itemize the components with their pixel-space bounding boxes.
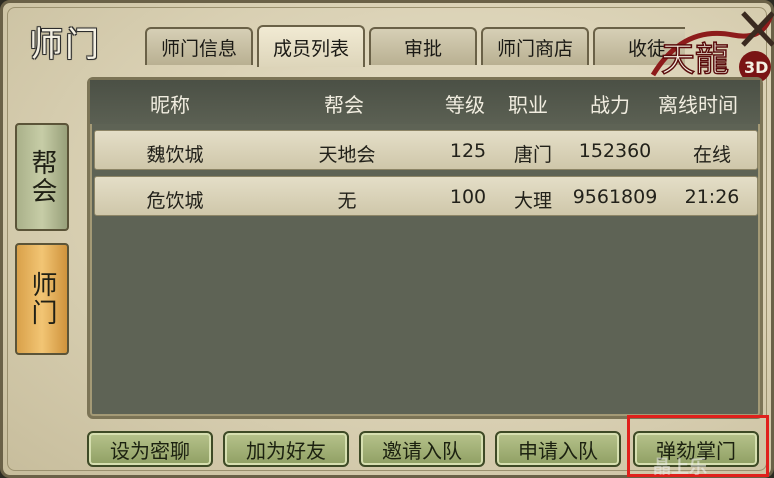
cell-level: 125 bbox=[449, 140, 487, 162]
cell-power: 152360 bbox=[578, 140, 652, 162]
table-row[interactable]: 危饮城 无 100 大理 9561809 21:26 bbox=[94, 176, 758, 216]
request-join-team-button[interactable]: 申请入队 bbox=[495, 431, 621, 467]
tab-bar: 师门信息 成员列表 审批 师门商店 收徒 bbox=[145, 25, 685, 67]
cell-level: 100 bbox=[449, 186, 487, 208]
logo-badge: 3D bbox=[744, 58, 768, 77]
window-title: 师门 bbox=[29, 25, 101, 65]
cell-class: 唐门 bbox=[513, 144, 553, 166]
side-tab-school[interactable]: 师门 bbox=[15, 243, 69, 355]
tab-school-shop[interactable]: 师门商店 bbox=[481, 27, 589, 65]
cell-power: 9561809 bbox=[572, 186, 658, 208]
header-class: 职业 bbox=[508, 93, 548, 117]
cell-offline-time: 21:26 bbox=[684, 186, 740, 208]
invite-to-team-button[interactable]: 邀请入队 bbox=[359, 431, 485, 467]
logo-text: 天龍 bbox=[661, 40, 729, 80]
member-list-panel: 昵称 帮会 等级 职业 战力 离线时间 魏饮城 天地会 125 唐门 15236… bbox=[87, 77, 763, 419]
set-private-chat-button[interactable]: 设为密聊 bbox=[87, 431, 213, 467]
add-friend-button[interactable]: 加为好友 bbox=[223, 431, 349, 467]
tab-approval[interactable]: 审批 bbox=[369, 27, 477, 65]
game-window: 师门 师门信息 成员列表 审批 师门商店 收徒 天龍 3D 帮会 师门 昵称 帮… bbox=[0, 0, 774, 478]
tab-member-list[interactable]: 成员列表 bbox=[257, 25, 365, 67]
cell-nickname: 危饮城 bbox=[146, 190, 204, 212]
header-nickname: 昵称 bbox=[150, 93, 190, 117]
cell-nickname: 魏饮城 bbox=[146, 144, 204, 166]
cell-guild: 无 bbox=[337, 190, 357, 212]
cell-offline-time: 在线 bbox=[692, 144, 732, 166]
cell-guild: 天地会 bbox=[318, 144, 376, 166]
cell-class: 大理 bbox=[513, 190, 553, 212]
table-header: 昵称 帮会 等级 职业 战力 离线时间 bbox=[90, 80, 760, 124]
watermark: 晶上乐 bbox=[653, 457, 707, 478]
table-row[interactable]: 魏饮城 天地会 125 唐门 152360 在线 bbox=[94, 130, 758, 170]
tab-school-info[interactable]: 师门信息 bbox=[145, 27, 253, 65]
side-tab-guild[interactable]: 帮会 bbox=[15, 123, 69, 231]
header-guild: 帮会 bbox=[324, 93, 364, 117]
header-power: 战力 bbox=[590, 93, 630, 117]
header-level: 等级 bbox=[445, 93, 485, 117]
header-offline-time: 离线时间 bbox=[658, 93, 738, 117]
